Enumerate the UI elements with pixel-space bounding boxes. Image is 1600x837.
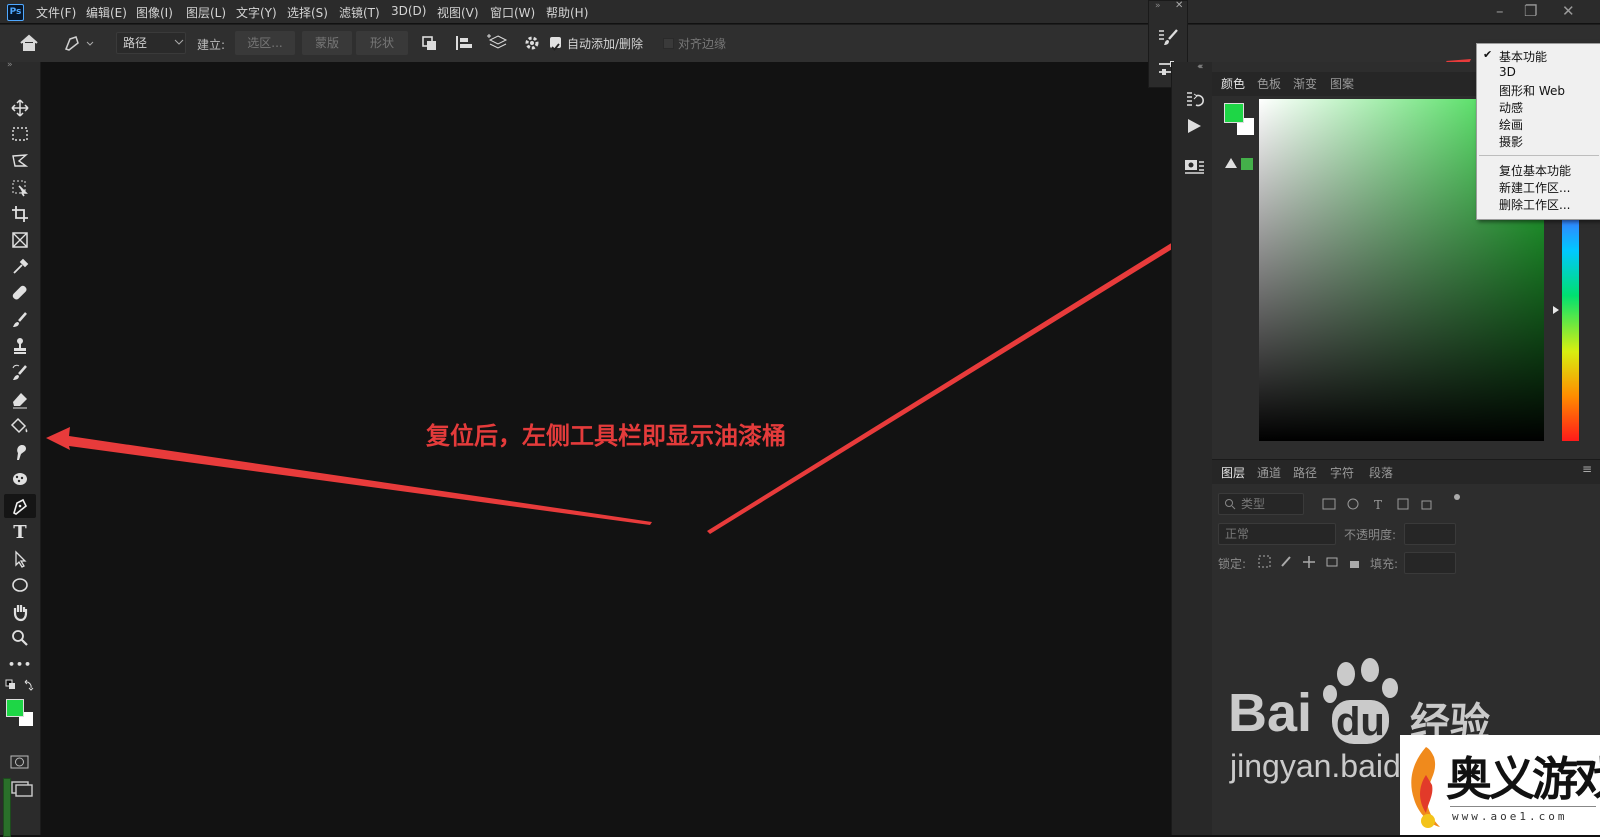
blend-mode-select[interactable]: 正常 xyxy=(1218,523,1336,545)
lock-label: 锁定: xyxy=(1218,557,1247,571)
menu-item-essentials[interactable]: 基本功能 xyxy=(1499,48,1547,65)
aoyi-watermark: 奥义游戏网 www.aoe1.com xyxy=(1400,735,1600,835)
menu-item-reset-essentials[interactable]: 复位基本功能 xyxy=(1499,162,1571,179)
panel-foreground-swatch[interactable] xyxy=(1224,103,1244,123)
site-url-text: www.aoe1.com xyxy=(1452,810,1568,823)
hue-slider[interactable] xyxy=(1562,217,1579,441)
filter-type-icon: T xyxy=(1374,498,1382,512)
baidu-du-text: du xyxy=(1332,700,1389,744)
panel-menu-icon[interactable]: ≡ xyxy=(1582,462,1592,476)
flame-logo-icon xyxy=(1411,747,1440,828)
hue-slider-handle[interactable] xyxy=(1553,306,1560,314)
filter-toggle-icon[interactable] xyxy=(1454,494,1460,500)
tab-paths[interactable]: 路径 xyxy=(1293,464,1317,481)
menu-item-delete-workspace[interactable]: 删除工作区... xyxy=(1499,196,1570,213)
history-icon[interactable] xyxy=(1184,90,1204,110)
arrow-to-toolbar xyxy=(46,427,652,525)
tab-swatches[interactable]: 色板 xyxy=(1257,75,1281,92)
tab-channels[interactable]: 通道 xyxy=(1257,464,1281,481)
menu-divider xyxy=(1479,155,1599,156)
lock-icons xyxy=(1258,555,1359,568)
close-panel-icon[interactable]: ✕ xyxy=(1175,0,1183,11)
layer-filter-icons: T xyxy=(1322,498,1432,512)
filter-pixel-icon xyxy=(1322,498,1336,510)
menu-item-photography[interactable]: 摄影 xyxy=(1499,133,1523,150)
tab-character[interactable]: 字符 xyxy=(1330,464,1354,481)
gamut-warning-icon[interactable] xyxy=(1224,157,1238,169)
tab-patterns[interactable]: 图案 xyxy=(1330,75,1354,92)
properties-icon[interactable] xyxy=(1183,155,1205,177)
collapse-panels-icon[interactable]: « xyxy=(1197,62,1203,72)
menu-item-graphics-web[interactable]: 图形和 Web xyxy=(1499,82,1565,99)
lock-transparent-icon xyxy=(1258,555,1271,568)
brush-settings-icon[interactable] xyxy=(1157,27,1179,47)
filter-smart-object-icon xyxy=(1421,500,1432,510)
filter-shape-icon xyxy=(1397,498,1409,510)
expand-panel-icon[interactable]: » xyxy=(1155,1,1161,11)
search-icon xyxy=(1225,499,1236,510)
baidu-brand-text: Bai xyxy=(1228,683,1313,743)
opacity-input[interactable] xyxy=(1404,523,1456,545)
menu-item-motion[interactable]: 动感 xyxy=(1499,99,1523,116)
site-name-text: 奥义游戏网 xyxy=(1446,752,1600,806)
watermark-divider xyxy=(1450,806,1596,807)
fill-input[interactable] xyxy=(1404,552,1456,574)
fill-label: 填充: xyxy=(1370,557,1399,571)
lock-position-icon xyxy=(1303,556,1315,568)
tab-layers[interactable]: 图层 xyxy=(1221,464,1245,481)
opacity-label: 不透明度: xyxy=(1344,528,1397,542)
lock-all-icon xyxy=(1350,561,1359,568)
lock-image-icon xyxy=(1281,556,1291,567)
menu-item-3d[interactable]: 3D xyxy=(1499,65,1516,79)
lock-artboard-icon xyxy=(1326,557,1338,567)
gamut-color-swatch[interactable] xyxy=(1241,158,1253,170)
menu-item-painting[interactable]: 绘画 xyxy=(1499,116,1523,133)
tab-color[interactable]: 颜色 xyxy=(1221,75,1245,92)
tab-paragraph[interactable]: 段落 xyxy=(1369,464,1393,481)
play-actions-icon[interactable] xyxy=(1186,118,1202,134)
tab-gradients[interactable]: 渐变 xyxy=(1293,75,1317,92)
menu-item-new-workspace[interactable]: 新建工作区... xyxy=(1499,179,1570,196)
workspace-menu: ✔ 基本功能 3D 图形和 Web 动感 绘画 摄影 复位基本功能 新建工作区.… xyxy=(1476,43,1600,220)
panel-dock: « xyxy=(1171,62,1212,835)
filter-adjustment-icon xyxy=(1347,498,1359,510)
check-icon: ✔ xyxy=(1483,48,1493,61)
